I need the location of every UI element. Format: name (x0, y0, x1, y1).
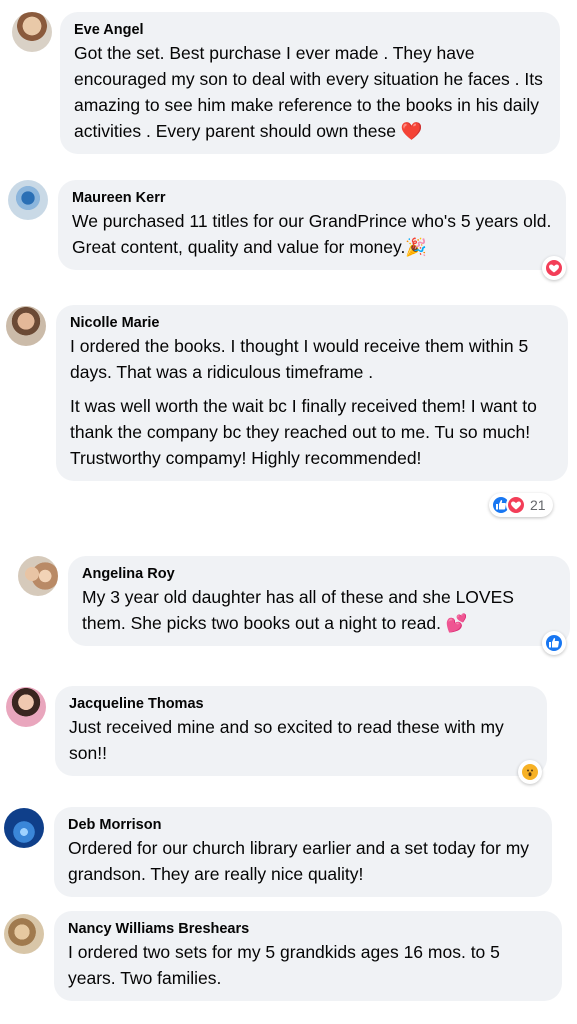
reaction-summary[interactable]: 21 (489, 493, 553, 517)
reaction-summary[interactable] (542, 631, 566, 655)
commenter-name[interactable]: Nicolle Marie (70, 313, 554, 333)
comment-bubble: Nancy Williams Breshears I ordered two s… (54, 911, 562, 1001)
comment-text: My 3 year old daughter has all of these … (82, 587, 514, 633)
like-reaction-icon (544, 633, 564, 653)
commenter-name[interactable]: Nancy Williams Breshears (68, 919, 548, 939)
comment-text: I ordered two sets for my 5 grandkids ag… (68, 942, 500, 988)
avatar[interactable] (4, 808, 44, 848)
avatar[interactable] (18, 556, 58, 596)
comment-text: It was well worth the wait bc I finally … (70, 396, 537, 468)
love-reaction-icon (506, 495, 526, 515)
reaction-count: 21 (530, 497, 546, 513)
comment-bubble: Angelina Roy My 3 year old daughter has … (68, 556, 570, 646)
comment-bubble: Nicolle Marie I ordered the books. I tho… (56, 305, 568, 481)
commenter-name[interactable]: Eve Angel (74, 20, 546, 40)
reaction-summary[interactable] (542, 256, 566, 280)
avatar[interactable] (6, 687, 46, 727)
reaction-summary[interactable] (518, 760, 542, 784)
commenter-name[interactable]: Maureen Kerr (72, 188, 552, 208)
comment-bubble: Deb Morrison Ordered for our church libr… (54, 807, 552, 897)
comment-text: We purchased 11 titles for our GrandPrin… (72, 211, 552, 257)
commenter-name[interactable]: Angelina Roy (82, 564, 556, 584)
comment-bubble: Maureen Kerr We purchased 11 titles for … (58, 180, 566, 270)
comment-bubble: Jacqueline Thomas Just received mine and… (55, 686, 547, 776)
commenter-name[interactable]: Deb Morrison (68, 815, 538, 835)
comment-text: Ordered for our church library earlier a… (68, 838, 530, 884)
comment-text: I ordered the books. I thought I would r… (70, 336, 529, 382)
love-reaction-icon (544, 258, 564, 278)
comment-text: Got the set. Best purchase I ever made .… (74, 43, 543, 141)
commenter-name[interactable]: Jacqueline Thomas (69, 694, 533, 714)
avatar[interactable] (12, 12, 52, 52)
avatar[interactable] (8, 180, 48, 220)
avatar[interactable] (4, 914, 44, 954)
comment-text: Just received mine and so excited to rea… (69, 717, 504, 763)
comment-bubble: Eve Angel Got the set. Best purchase I e… (60, 12, 560, 154)
wow-reaction-icon (520, 762, 540, 782)
avatar[interactable] (6, 306, 46, 346)
